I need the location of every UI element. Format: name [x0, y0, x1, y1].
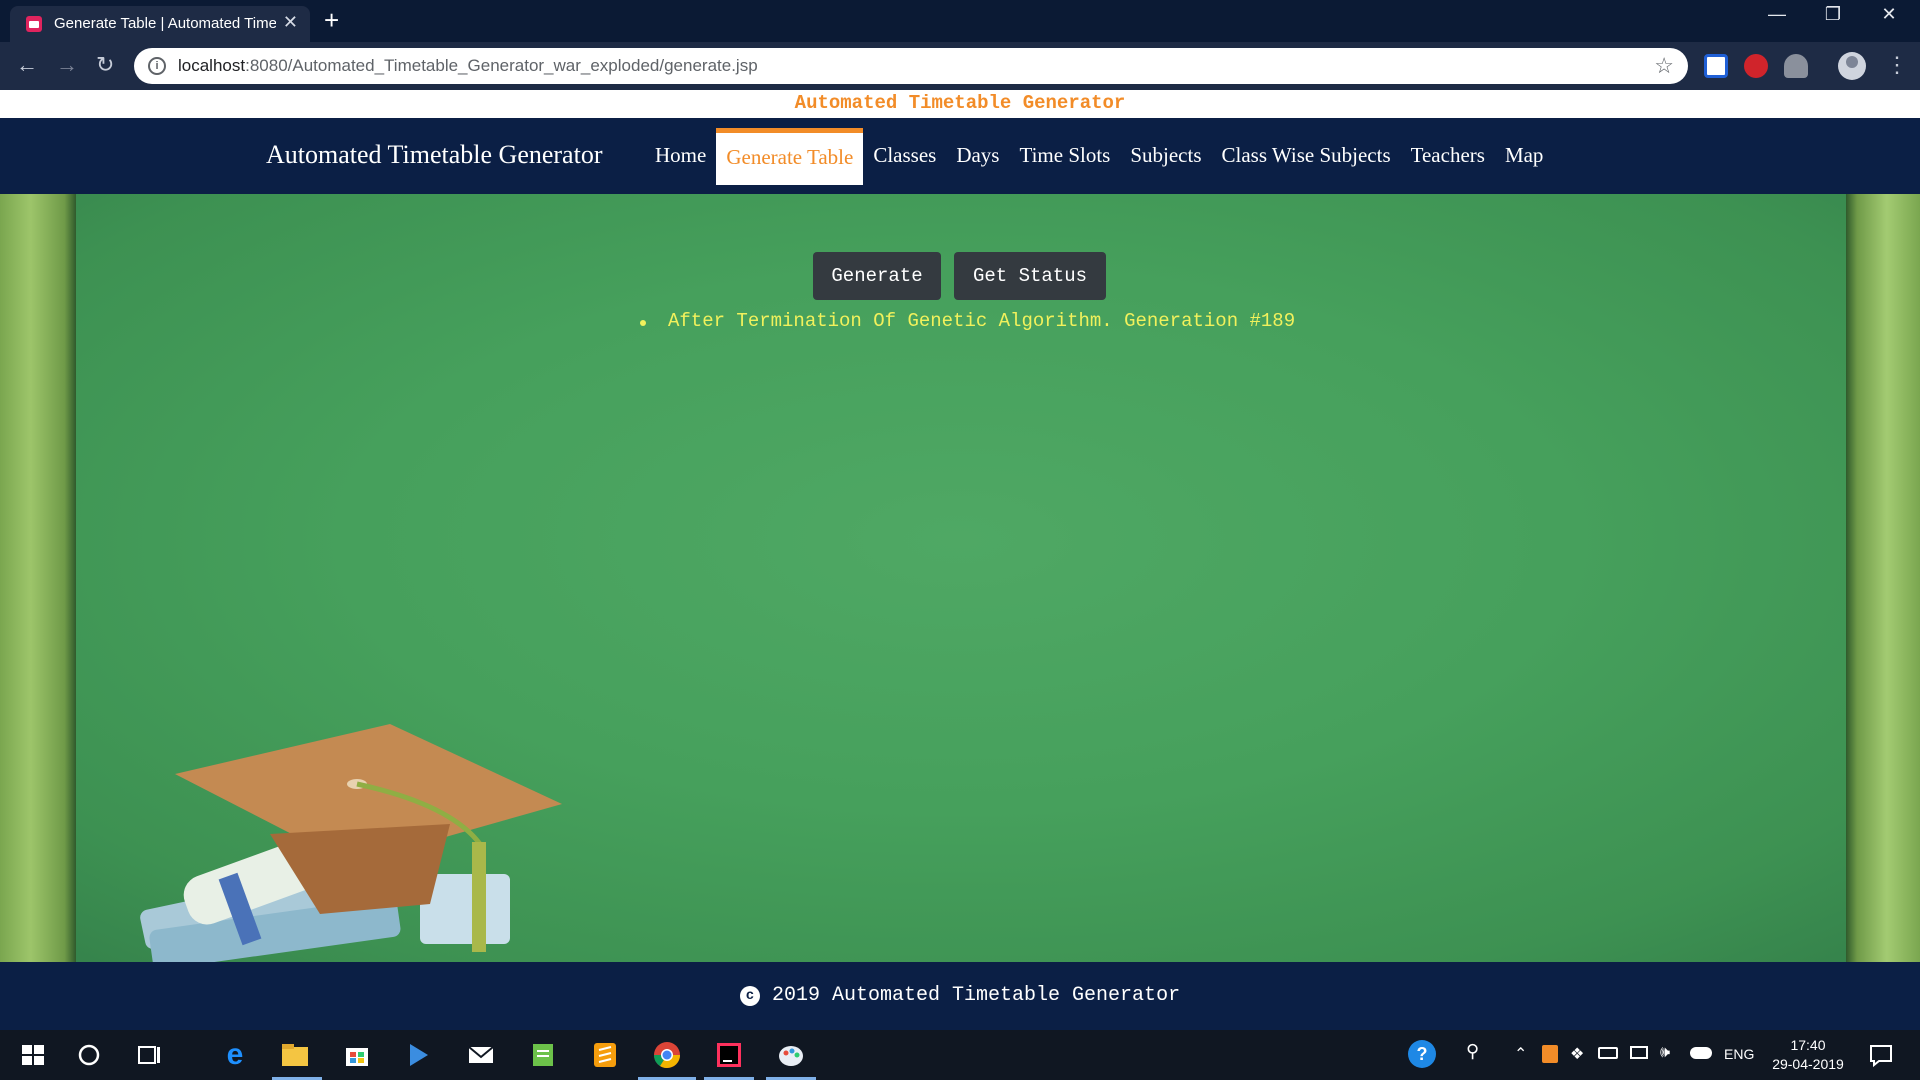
sublime-text-icon[interactable]	[588, 1038, 622, 1072]
nav-map[interactable]: Map	[1495, 128, 1554, 185]
nav-links: Home Generate Table Classes Days Time Sl…	[645, 118, 1553, 194]
list-bullet	[640, 320, 646, 326]
nav-class-wise-subjects[interactable]: Class Wise Subjects	[1212, 128, 1401, 185]
nav-days[interactable]: Days	[946, 128, 1009, 185]
close-window-icon[interactable]: ✕	[1866, 4, 1912, 25]
back-icon[interactable]: ←	[16, 52, 38, 78]
notepad-icon[interactable]	[526, 1038, 560, 1072]
restore-icon[interactable]: ❐	[1810, 4, 1856, 25]
footer-text: 2019 Automated Timetable Generator	[772, 984, 1181, 1007]
generate-button[interactable]: Generate	[813, 252, 941, 300]
close-tab-icon[interactable]: ✕	[283, 12, 298, 33]
browser-titlebar: Generate Table | Automated Timetable Gen…	[0, 0, 1920, 42]
volume-icon[interactable]: 🕪	[1660, 1044, 1670, 1062]
extension-drive-icon[interactable]	[1784, 54, 1808, 78]
get-status-button[interactable]: Get Status	[954, 252, 1106, 300]
chrome-icon[interactable]	[650, 1038, 684, 1072]
browser-menu-icon[interactable]: ⋮	[1886, 52, 1908, 78]
forward-icon[interactable]: →	[56, 52, 78, 78]
new-tab-icon[interactable]: +	[324, 6, 339, 34]
store-icon[interactable]	[340, 1038, 374, 1072]
url-path: :8080/Automated_Timetable_Generator_war_…	[245, 56, 758, 75]
nav-teachers[interactable]: Teachers	[1401, 128, 1495, 185]
action-center-icon[interactable]	[1864, 1038, 1898, 1072]
windows-start-icon[interactable]	[16, 1038, 50, 1072]
chalkboard-background: Generate Get Status After Termination Of…	[0, 194, 1920, 962]
url-host: localhost	[178, 56, 246, 75]
help-icon[interactable]: ?	[1408, 1040, 1436, 1068]
dropbox-icon[interactable]: ❖	[1570, 1044, 1584, 1064]
nav-home[interactable]: Home	[645, 128, 716, 185]
minimize-icon[interactable]: —	[1754, 4, 1800, 25]
task-view-icon[interactable]	[132, 1038, 166, 1072]
board-frame-left	[0, 194, 76, 962]
browser-toolbar: ← → ↻ i localhost:8080/Automated_Timetab…	[0, 42, 1920, 90]
browser-tab[interactable]: Generate Table | Automated Timetable Gen…	[10, 6, 310, 42]
mail-icon[interactable]	[464, 1038, 498, 1072]
nav-classes[interactable]: Classes	[863, 128, 946, 185]
file-explorer-icon[interactable]	[278, 1038, 312, 1072]
reload-icon[interactable]: ↻	[96, 52, 114, 78]
calendar-icon	[26, 16, 42, 32]
site-info-icon[interactable]: i	[148, 57, 166, 75]
tab-title: Generate Table | Automated Timetable Gen…	[54, 15, 276, 32]
paint-icon[interactable]	[774, 1038, 808, 1072]
intellij-icon[interactable]	[712, 1038, 746, 1072]
site-brand[interactable]: Automated Timetable Generator	[266, 140, 602, 170]
marquee-banner: Automated Timetable Generator	[0, 90, 1920, 118]
battery-icon[interactable]	[1598, 1047, 1618, 1059]
web-page: Automated Timetable Generator Automated …	[0, 90, 1920, 1030]
network-icon[interactable]	[1630, 1046, 1648, 1059]
nav-subjects[interactable]: Subjects	[1120, 128, 1211, 185]
windows-taskbar: e ? ⚲ ⌃ ❖ 🕪 ENG 17:40 29-04-2019	[0, 1030, 1920, 1080]
graduation-cap-books-illustration	[140, 724, 562, 962]
extension-block-icon[interactable]	[1744, 54, 1768, 78]
nav-generate-table[interactable]: Generate Table	[716, 128, 864, 185]
clock-time: 17:40	[1790, 1037, 1826, 1053]
edge-browser-icon[interactable]: e	[218, 1038, 252, 1072]
address-bar[interactable]: i localhost:8080/Automated_Timetable_Gen…	[134, 48, 1688, 84]
site-footer: c 2019 Automated Timetable Generator	[0, 962, 1920, 1030]
url-text[interactable]: localhost:8080/Automated_Timetable_Gener…	[178, 56, 758, 76]
search-circle-icon[interactable]	[72, 1038, 106, 1072]
language-indicator[interactable]: ENG	[1724, 1046, 1754, 1062]
nav-time-slots[interactable]: Time Slots	[1009, 128, 1120, 185]
system-clock[interactable]: 17:40 29-04-2019	[1768, 1036, 1848, 1074]
extension-flag-icon[interactable]	[1704, 54, 1728, 78]
board-frame-right	[1846, 194, 1920, 962]
bookmark-star-icon[interactable]: ☆	[1654, 53, 1674, 79]
profile-avatar[interactable]	[1838, 52, 1866, 80]
site-navbar: Automated Timetable Generator Home Gener…	[0, 118, 1920, 194]
show-hidden-icons-chevron[interactable]: ⌃	[1514, 1044, 1527, 1064]
java-update-icon[interactable]	[1542, 1045, 1558, 1063]
visual-studio-icon[interactable]	[402, 1038, 436, 1072]
clock-date: 29-04-2019	[1772, 1056, 1844, 1072]
copyright-icon: c	[740, 986, 760, 1006]
onedrive-cloud-icon[interactable]	[1690, 1047, 1712, 1059]
people-icon[interactable]: ⚲	[1466, 1041, 1479, 1062]
status-item: After Termination Of Genetic Algorithm. …	[668, 310, 1296, 332]
